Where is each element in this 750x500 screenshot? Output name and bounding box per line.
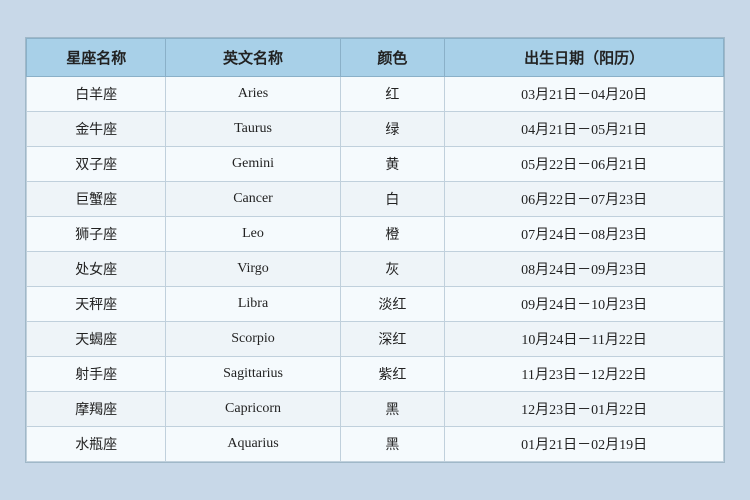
cell-english: Gemini bbox=[166, 147, 340, 182]
cell-color: 橙 bbox=[340, 217, 445, 252]
cell-color: 淡红 bbox=[340, 287, 445, 322]
header-chinese: 星座名称 bbox=[27, 39, 166, 77]
cell-color: 灰 bbox=[340, 252, 445, 287]
zodiac-table-container: 星座名称 英文名称 颜色 出生日期（阳历） 白羊座Aries红03月21日－04… bbox=[25, 37, 725, 463]
cell-color: 绿 bbox=[340, 112, 445, 147]
cell-color: 黑 bbox=[340, 392, 445, 427]
cell-chinese: 双子座 bbox=[27, 147, 166, 182]
header-date: 出生日期（阳历） bbox=[445, 39, 724, 77]
cell-english: Aries bbox=[166, 77, 340, 112]
cell-color: 黄 bbox=[340, 147, 445, 182]
cell-color: 黑 bbox=[340, 427, 445, 462]
cell-english: Virgo bbox=[166, 252, 340, 287]
cell-english: Scorpio bbox=[166, 322, 340, 357]
zodiac-table: 星座名称 英文名称 颜色 出生日期（阳历） 白羊座Aries红03月21日－04… bbox=[26, 38, 724, 462]
table-row: 金牛座Taurus绿04月21日－05月21日 bbox=[27, 112, 724, 147]
cell-date: 04月21日－05月21日 bbox=[445, 112, 724, 147]
cell-date: 11月23日－12月22日 bbox=[445, 357, 724, 392]
table-row: 天秤座Libra淡红09月24日－10月23日 bbox=[27, 287, 724, 322]
cell-color: 白 bbox=[340, 182, 445, 217]
header-english: 英文名称 bbox=[166, 39, 340, 77]
cell-date: 06月22日－07月23日 bbox=[445, 182, 724, 217]
cell-english: Sagittarius bbox=[166, 357, 340, 392]
cell-date: 10月24日－11月22日 bbox=[445, 322, 724, 357]
cell-english: Libra bbox=[166, 287, 340, 322]
cell-english: Leo bbox=[166, 217, 340, 252]
cell-chinese: 处女座 bbox=[27, 252, 166, 287]
cell-english: Aquarius bbox=[166, 427, 340, 462]
cell-color: 紫红 bbox=[340, 357, 445, 392]
table-row: 水瓶座Aquarius黑01月21日－02月19日 bbox=[27, 427, 724, 462]
cell-chinese: 巨蟹座 bbox=[27, 182, 166, 217]
cell-chinese: 天蝎座 bbox=[27, 322, 166, 357]
cell-date: 08月24日－09月23日 bbox=[445, 252, 724, 287]
cell-english: Taurus bbox=[166, 112, 340, 147]
table-row: 白羊座Aries红03月21日－04月20日 bbox=[27, 77, 724, 112]
cell-date: 09月24日－10月23日 bbox=[445, 287, 724, 322]
table-row: 双子座Gemini黄05月22日－06月21日 bbox=[27, 147, 724, 182]
cell-chinese: 射手座 bbox=[27, 357, 166, 392]
cell-chinese: 狮子座 bbox=[27, 217, 166, 252]
cell-date: 01月21日－02月19日 bbox=[445, 427, 724, 462]
table-row: 巨蟹座Cancer白06月22日－07月23日 bbox=[27, 182, 724, 217]
cell-date: 03月21日－04月20日 bbox=[445, 77, 724, 112]
cell-date: 12月23日－01月22日 bbox=[445, 392, 724, 427]
cell-english: Cancer bbox=[166, 182, 340, 217]
cell-chinese: 金牛座 bbox=[27, 112, 166, 147]
table-row: 天蝎座Scorpio深红10月24日－11月22日 bbox=[27, 322, 724, 357]
cell-color: 红 bbox=[340, 77, 445, 112]
table-row: 狮子座Leo橙07月24日－08月23日 bbox=[27, 217, 724, 252]
cell-chinese: 白羊座 bbox=[27, 77, 166, 112]
table-row: 处女座Virgo灰08月24日－09月23日 bbox=[27, 252, 724, 287]
table-body: 白羊座Aries红03月21日－04月20日金牛座Taurus绿04月21日－0… bbox=[27, 77, 724, 462]
table-header-row: 星座名称 英文名称 颜色 出生日期（阳历） bbox=[27, 39, 724, 77]
cell-chinese: 天秤座 bbox=[27, 287, 166, 322]
cell-chinese: 水瓶座 bbox=[27, 427, 166, 462]
cell-color: 深红 bbox=[340, 322, 445, 357]
cell-date: 05月22日－06月21日 bbox=[445, 147, 724, 182]
header-color: 颜色 bbox=[340, 39, 445, 77]
cell-date: 07月24日－08月23日 bbox=[445, 217, 724, 252]
table-row: 射手座Sagittarius紫红11月23日－12月22日 bbox=[27, 357, 724, 392]
cell-chinese: 摩羯座 bbox=[27, 392, 166, 427]
table-row: 摩羯座Capricorn黑12月23日－01月22日 bbox=[27, 392, 724, 427]
cell-english: Capricorn bbox=[166, 392, 340, 427]
